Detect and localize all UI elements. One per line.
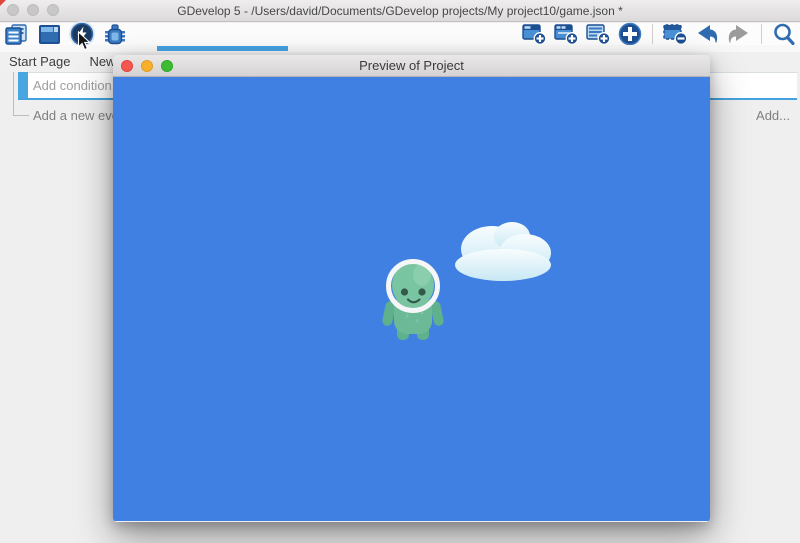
add-other-event-types-button[interactable]: Add... xyxy=(756,108,790,123)
toolbar-right-group xyxy=(521,23,797,45)
project-manager-icon xyxy=(4,24,28,45)
remove-event-icon xyxy=(663,23,688,45)
add-other-event-button[interactable] xyxy=(617,23,643,45)
redo-button[interactable] xyxy=(726,23,752,45)
toolbar-separator xyxy=(652,24,653,44)
add-event-icon xyxy=(522,23,547,45)
project-manager-button[interactable] xyxy=(3,23,29,45)
event-tree-guide-vertical xyxy=(13,72,14,116)
preview-icon xyxy=(70,22,94,46)
add-sub-event-icon xyxy=(554,23,579,45)
event-tree-guide-horizontal xyxy=(13,115,29,116)
main-toolbar xyxy=(0,23,800,45)
game-canvas[interactable] xyxy=(113,77,710,521)
preview-progress-track xyxy=(0,45,800,52)
preview-progress-bar xyxy=(157,46,288,51)
app-titlebar[interactable]: GDevelop 5 - /Users/david/Documents/GDev… xyxy=(0,0,800,22)
search-icon xyxy=(772,22,796,46)
toolbar-left-group xyxy=(3,23,128,45)
debugger-button[interactable] xyxy=(102,23,128,45)
toolbar-separator xyxy=(761,24,762,44)
gdevelop-app-window: GDevelop 5 - /Users/david/Documents/GDev… xyxy=(0,0,800,543)
cloud-object xyxy=(455,222,551,281)
remove-event-button[interactable] xyxy=(662,23,688,45)
debugger-icon xyxy=(103,23,127,45)
search-button[interactable] xyxy=(771,23,797,45)
add-comment-button[interactable] xyxy=(585,23,611,45)
preview-titlebar[interactable]: Preview of Project xyxy=(113,55,710,77)
preview-window-title: Preview of Project xyxy=(113,55,710,77)
preview-window: Preview of Project xyxy=(113,55,710,522)
preview-button[interactable] xyxy=(69,23,95,45)
game-scene xyxy=(113,77,710,521)
add-comment-icon xyxy=(586,23,611,45)
scene-editor-icon xyxy=(38,24,61,45)
scene-editor-button[interactable] xyxy=(36,23,62,45)
tab-start-page[interactable]: Start Page xyxy=(0,52,80,72)
app-title: GDevelop 5 - /Users/david/Documents/GDev… xyxy=(0,0,800,22)
add-event-button[interactable] xyxy=(521,23,547,45)
player-character-object xyxy=(381,262,444,341)
undo-button[interactable] xyxy=(694,23,720,45)
undo-icon xyxy=(695,23,719,45)
add-sub-event-button[interactable] xyxy=(553,23,579,45)
event-selection-bar[interactable] xyxy=(18,72,28,98)
redo-icon xyxy=(727,23,751,45)
add-other-event-icon xyxy=(618,22,642,46)
